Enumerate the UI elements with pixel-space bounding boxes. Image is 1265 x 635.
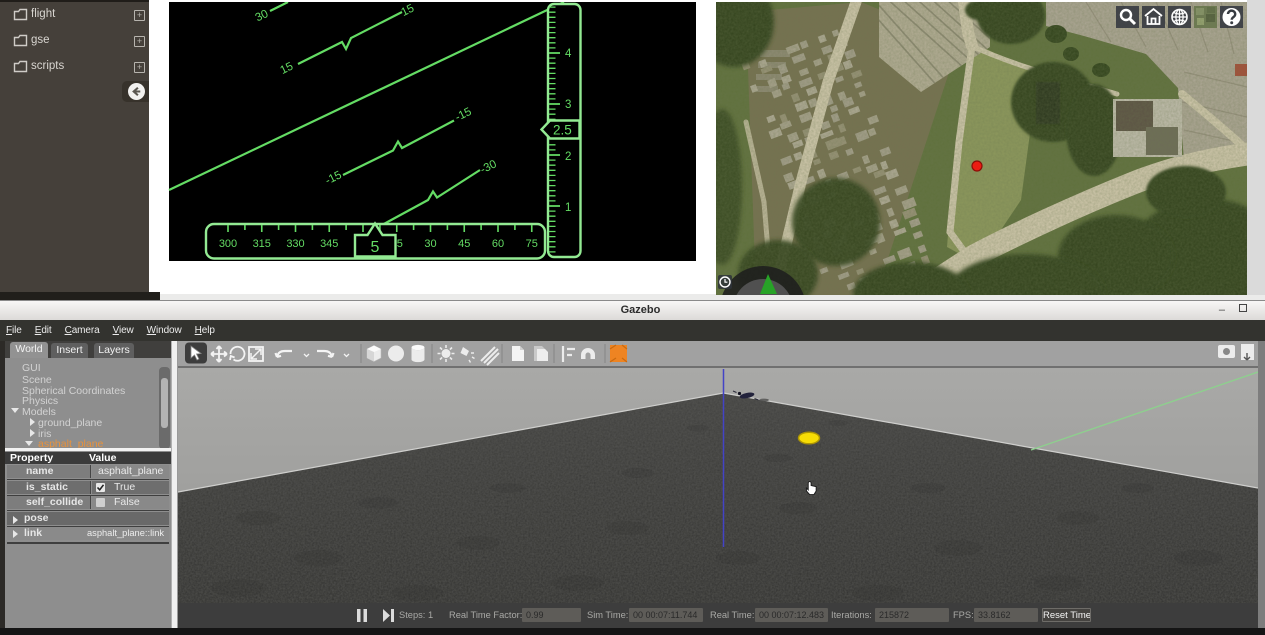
- svg-text:2: 2: [565, 151, 571, 163]
- svg-text:5: 5: [371, 239, 380, 256]
- svg-text:30: 30: [424, 238, 436, 250]
- svg-text:300: 300: [219, 238, 237, 250]
- svg-text:330: 330: [286, 238, 304, 250]
- svg-text:3: 3: [565, 99, 571, 111]
- svg-text:1: 1: [565, 202, 571, 214]
- svg-text:45: 45: [458, 238, 470, 250]
- svg-text:2.5: 2.5: [553, 123, 572, 138]
- svg-text:315: 315: [253, 238, 271, 250]
- svg-text:4: 4: [565, 48, 572, 60]
- svg-text:345: 345: [320, 238, 338, 250]
- svg-text:75: 75: [526, 238, 538, 250]
- svg-text:60: 60: [492, 238, 504, 250]
